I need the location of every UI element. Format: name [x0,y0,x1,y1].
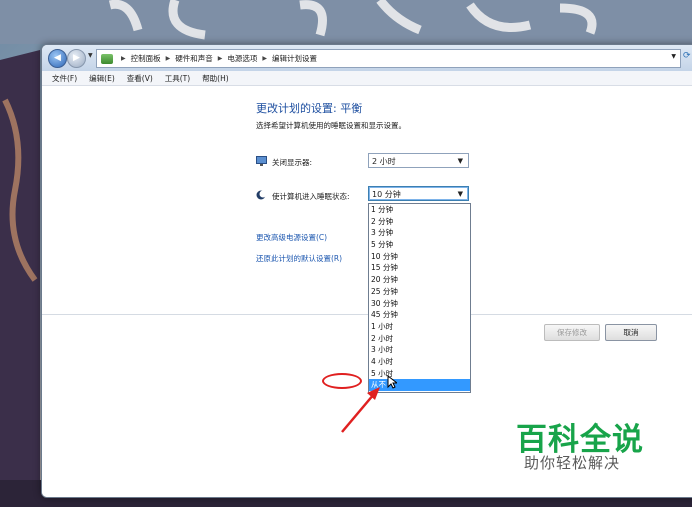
mouse-cursor-icon [387,375,397,389]
watermark: 百科全说 助你轻松解决 [516,414,644,472]
watermark-subtitle: 助你轻松解决 [524,454,621,472]
